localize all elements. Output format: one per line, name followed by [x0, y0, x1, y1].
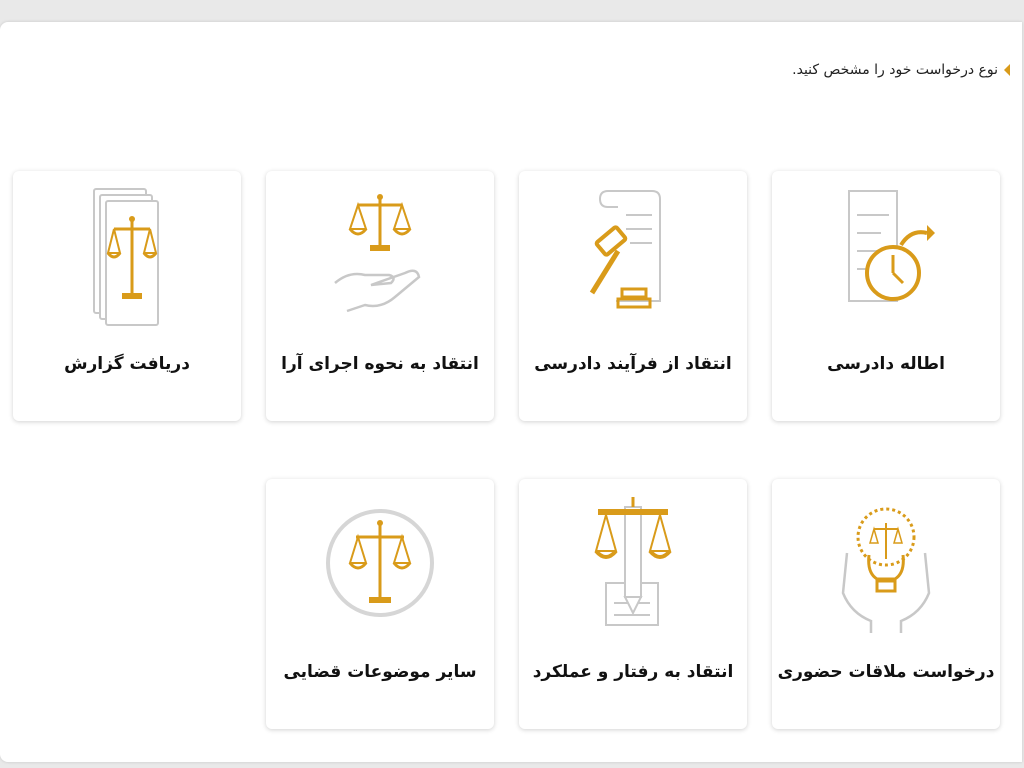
lightbulb-hands-icon	[841, 507, 931, 633]
card-verdict-execution-criticism[interactable]: انتقاد به نحوه اجرای آرا	[266, 171, 494, 421]
card-label: درخواست ملاقات حضوری	[777, 662, 995, 682]
prompt-text: نوع درخواست خود را مشخص کنید.	[792, 62, 998, 78]
card-label: دریافت گزارش	[64, 354, 190, 374]
scales-pencil-icon	[594, 497, 672, 626]
gavel-scroll-icon	[589, 190, 661, 309]
request-type-panel: نوع درخواست خود را مشخص کنید. اطاله دادر…	[0, 22, 1022, 762]
scales-hand-icon	[334, 194, 421, 313]
card-delay-proceedings[interactable]: اطاله دادرسی	[772, 171, 1000, 421]
clock-document-icon	[848, 190, 935, 302]
card-label: انتقاد از فرآیند دادرسی	[534, 354, 732, 374]
card-label: اطاله دادرسی	[827, 354, 945, 374]
card-other-judicial[interactable]: سایر موضوعات قضایی	[266, 479, 494, 729]
scales-documents-icon	[93, 188, 159, 326]
card-process-criticism[interactable]: انتقاد از فرآیند دادرسی	[519, 171, 747, 421]
card-behavior-criticism[interactable]: انتقاد به رفتار و عملکرد	[519, 479, 747, 729]
scales-circle-icon	[326, 509, 434, 617]
card-label: سایر موضوعات قضایی	[283, 662, 477, 682]
caret-left-icon	[1004, 64, 1010, 76]
card-get-report[interactable]: دریافت گزارش	[13, 171, 241, 421]
card-label: انتقاد به رفتار و عملکرد	[532, 662, 734, 682]
card-label: انتقاد به نحوه اجرای آرا	[281, 354, 479, 374]
prompt-heading: نوع درخواست خود را مشخص کنید.	[792, 62, 1010, 78]
card-in-person-meeting[interactable]: درخواست ملاقات حضوری	[772, 479, 1000, 729]
